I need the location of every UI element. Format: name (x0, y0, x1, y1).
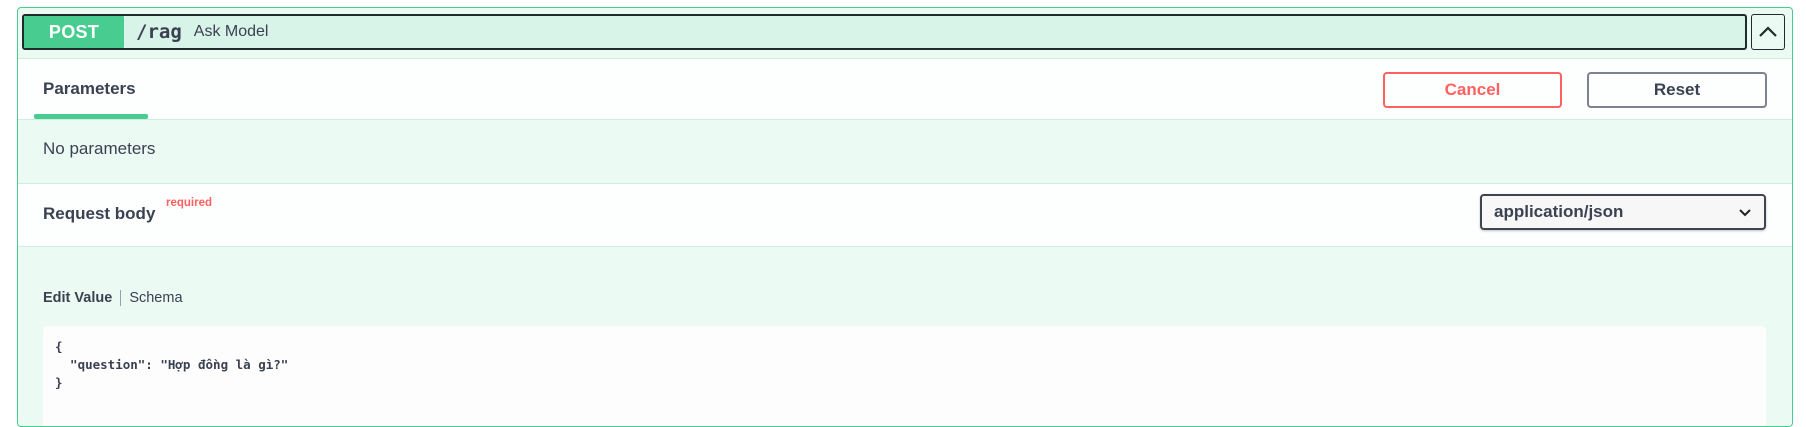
no-parameters-text: No parameters (43, 139, 156, 158)
chevron-down-icon (1739, 209, 1751, 217)
endpoint-summary: Ask Model (193, 23, 269, 40)
content-type-select[interactable]: application/json (1480, 194, 1766, 230)
required-badge: required (166, 197, 213, 209)
http-method-badge: POST (24, 16, 124, 48)
request-body-header: Request body required application/json (18, 183, 1792, 247)
endpoint-path: /rag (136, 21, 182, 43)
editor-line: "question": "Hợp đồng là gì?" (55, 357, 289, 372)
tab-parameters[interactable]: Parameters (43, 79, 136, 99)
editor-line: { (55, 339, 63, 354)
reset-button[interactable]: Reset (1587, 72, 1767, 108)
request-body-editor[interactable]: { "question": "Hợp đồng là gì?"} (43, 326, 1766, 426)
tab-edit-value[interactable]: Edit Value (43, 290, 122, 306)
tab-schema[interactable]: Schema (121, 290, 182, 306)
body-view-tabs: Edit Value Schema (43, 290, 183, 306)
parameters-header: Parameters Cancel Reset (18, 58, 1792, 120)
request-body-title: Request body (43, 204, 156, 223)
editor-line: } (55, 375, 63, 390)
cancel-button[interactable]: Cancel (1383, 72, 1562, 108)
opblock-summary[interactable]: POST /rag Ask Model (22, 14, 1747, 50)
collapse-button[interactable] (1751, 14, 1785, 50)
chevron-up-icon (1759, 26, 1777, 37)
content-type-value: application/json (1494, 202, 1624, 221)
opblock-post-rag: POST /rag Ask Model Parameters Cancel Re… (17, 7, 1793, 427)
tab-active-indicator (34, 114, 148, 119)
